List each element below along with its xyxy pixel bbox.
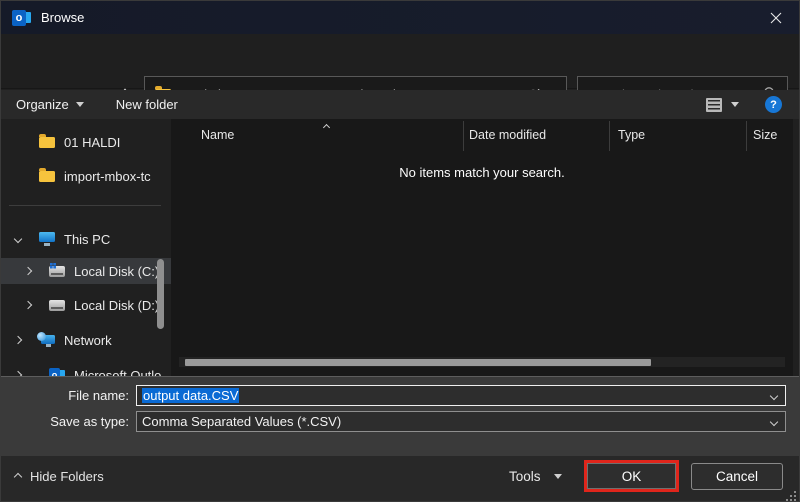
chevron-up-icon — [14, 472, 22, 480]
sidebar-item-label: This PC — [64, 232, 110, 247]
sidebar-item-01-haldi[interactable]: 01 HALDI — [1, 129, 171, 155]
ok-button-highlight: OK — [584, 460, 679, 492]
navigation-toolbar: ← → ↑ « Admin › Documents › resultant da… — [1, 34, 799, 89]
ok-button[interactable]: OK — [587, 463, 676, 489]
file-list-header: Name Date modified Type Size — [171, 119, 793, 153]
hide-folders-label: Hide Folders — [30, 469, 104, 484]
chevron-down-icon — [554, 474, 562, 479]
column-separator[interactable] — [463, 121, 464, 151]
empty-results-message: No items match your search. — [171, 165, 793, 180]
window-title: Browse — [41, 10, 84, 25]
sort-ascending-icon[interactable] — [323, 124, 330, 131]
chevron-down-icon[interactable] — [770, 418, 778, 426]
close-button[interactable] — [753, 1, 799, 34]
sidebar-item-this-pc[interactable]: This PC — [1, 226, 171, 252]
folder-icon — [39, 137, 55, 148]
close-icon — [770, 12, 782, 24]
sidebar-item-label: Network — [64, 333, 112, 348]
resize-grip[interactable] — [786, 491, 796, 501]
chevron-right-icon[interactable] — [24, 301, 32, 309]
folder-icon — [39, 171, 55, 182]
new-folder-label: New folder — [116, 97, 178, 112]
sidebar-item-label: Local Disk (C:) — [74, 264, 159, 279]
chevron-down-icon[interactable] — [770, 392, 778, 400]
sidebar-item-label: import-mbox-tc — [64, 169, 151, 184]
file-name-label: File name: — [1, 388, 136, 403]
sidebar-item-import-mbox[interactable]: import-mbox-tc — [1, 163, 171, 189]
new-folder-button[interactable]: New folder — [106, 90, 188, 119]
sidebar-item-local-disk-d[interactable]: Local Disk (D:) — [1, 292, 171, 318]
tools-button[interactable]: Tools — [509, 469, 562, 484]
file-name-panel: File name: output data.CSV Save as type:… — [1, 376, 799, 456]
command-bar: Organize New folder ? — [1, 90, 799, 119]
cancel-button[interactable]: Cancel — [691, 463, 783, 490]
column-header-date-modified[interactable]: Date modified — [469, 128, 546, 142]
tools-label: Tools — [509, 469, 541, 484]
chevron-right-icon[interactable] — [14, 336, 22, 344]
save-as-type-label: Save as type: — [1, 414, 136, 429]
sidebar-item-local-disk-c[interactable]: Local Disk (C:) — [1, 258, 171, 284]
browse-dialog: o Browse ← → ↑ « Admin › Documents › res… — [0, 0, 800, 502]
chevron-down-icon[interactable] — [14, 235, 22, 243]
network-icon — [39, 333, 55, 347]
disk-icon — [49, 266, 65, 277]
save-as-type-select[interactable]: Comma Separated Values (*.CSV) — [136, 411, 786, 432]
file-name-value: output data.CSV — [142, 388, 239, 403]
sidebar-divider — [9, 205, 161, 206]
sidebar-item-label: Local Disk (D:) — [74, 298, 159, 313]
sidebar-scrollbar[interactable] — [157, 259, 164, 329]
chevron-down-icon — [731, 102, 739, 107]
change-view-button[interactable] — [706, 98, 739, 112]
column-header-type[interactable]: Type — [618, 128, 645, 142]
help-icon: ? — [770, 99, 777, 111]
outlook-app-icon: o — [12, 10, 31, 26]
organize-label: Organize — [16, 97, 69, 112]
hide-folders-button[interactable]: Hide Folders — [15, 469, 104, 484]
horizontal-scrollbar-thumb[interactable] — [185, 359, 651, 366]
title-bar: o Browse — [1, 1, 799, 34]
help-button[interactable]: ? — [765, 96, 782, 113]
column-separator[interactable] — [746, 121, 747, 151]
ok-label: OK — [622, 469, 642, 484]
computer-icon — [39, 232, 55, 246]
sidebar-item-label: Microsoft Outlo — [74, 368, 161, 377]
horizontal-scrollbar[interactable] — [179, 357, 785, 367]
dialog-footer: Hide Folders Tools OK Cancel — [1, 456, 799, 502]
sidebar-item-label: 01 HALDI — [64, 135, 120, 150]
column-separator[interactable] — [609, 121, 610, 151]
navigation-pane: 01 HALDI import-mbox-tc This PC Local Di… — [1, 119, 171, 376]
file-name-input[interactable]: output data.CSV — [136, 385, 786, 406]
outlook-icon: o — [49, 368, 65, 376]
organize-button[interactable]: Organize — [6, 90, 94, 119]
file-list: Name Date modified Type Size No items ma… — [171, 119, 793, 376]
sidebar-item-network[interactable]: Network — [1, 327, 171, 353]
column-header-size[interactable]: Size — [753, 128, 777, 142]
sidebar-item-microsoft-outlook[interactable]: o Microsoft Outlo — [1, 362, 171, 376]
chevron-right-icon[interactable] — [24, 267, 32, 275]
column-header-name[interactable]: Name — [201, 128, 234, 142]
save-as-type-value: Comma Separated Values (*.CSV) — [142, 414, 341, 429]
disk-icon — [49, 300, 65, 311]
list-view-icon — [706, 98, 722, 112]
cancel-label: Cancel — [716, 469, 758, 484]
main-area: 01 HALDI import-mbox-tc This PC Local Di… — [1, 119, 799, 376]
chevron-down-icon — [76, 102, 84, 107]
